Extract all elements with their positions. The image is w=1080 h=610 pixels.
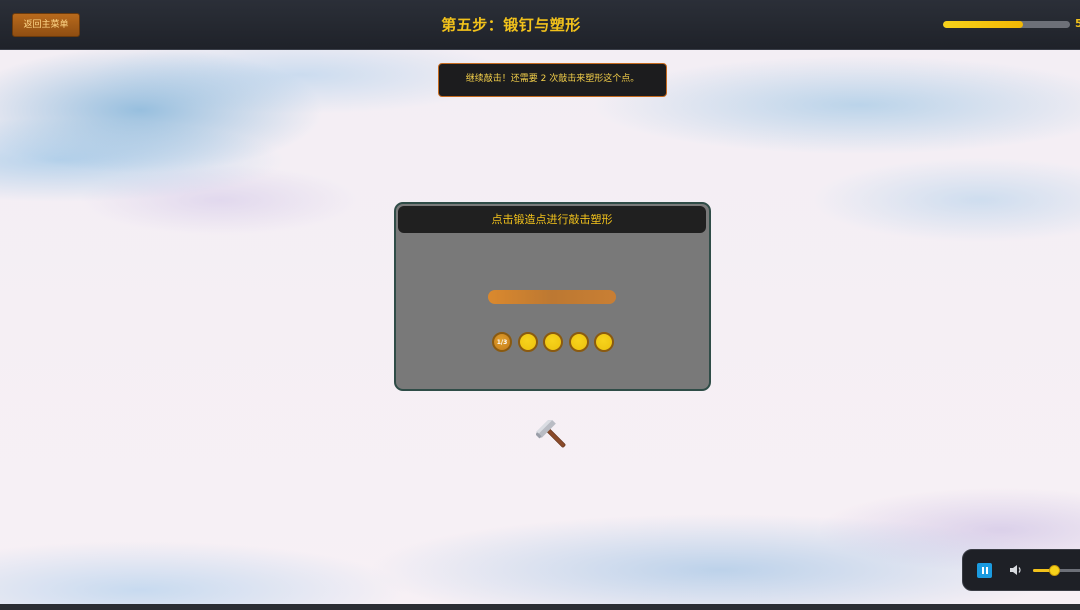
top-bar: 返回主菜单 第五步：锻钉与塑形 5 [0, 0, 1080, 50]
hint-toast: 继续敲击！还需要 2 次敲击来塑形这个点。 [438, 63, 667, 97]
step-progress-fill [943, 21, 1023, 28]
forge-point-4[interactable] [568, 332, 589, 352]
forge-point-2[interactable] [517, 332, 538, 352]
step-progress-text: 5 [1075, 17, 1080, 30]
music-control [962, 549, 1080, 591]
forge-point-3[interactable] [543, 332, 563, 352]
forge-points: 1/3 [492, 332, 614, 354]
hammer-icon [536, 420, 566, 448]
pause-icon[interactable] [977, 563, 992, 578]
nail-blank [488, 290, 616, 304]
forge-point-1[interactable]: 1/3 [492, 332, 512, 352]
volume-icon[interactable] [1009, 563, 1023, 577]
volume-slider-knob[interactable] [1049, 565, 1060, 576]
step-title: 第五步：锻钉与塑形 [441, 16, 581, 34]
forge-point-5[interactable] [594, 332, 614, 352]
bottom-strip [0, 604, 1080, 610]
forge-panel: 点击锻造点进行敲击塑形 1/3 [394, 202, 711, 391]
volume-slider[interactable] [1033, 565, 1080, 576]
forge-panel-title: 点击锻造点进行敲击塑形 [398, 206, 706, 233]
step-progress-bar [943, 21, 1070, 28]
